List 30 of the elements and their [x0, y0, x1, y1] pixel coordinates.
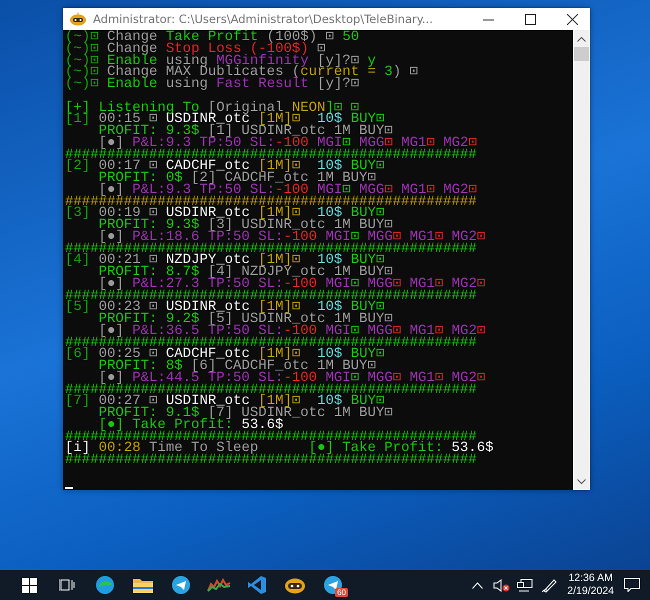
console-text: 50 [342, 30, 360, 45]
four-squares-icon [22, 578, 36, 592]
chevron-up-icon [577, 36, 586, 42]
console-text: ) ⊡ [392, 64, 418, 80]
console-text: (~)⊡ [65, 76, 100, 92]
console-text: using [166, 76, 209, 92]
clock-date: 2/19/2024 [567, 585, 614, 598]
close-icon [566, 14, 578, 24]
console-text: 3 [384, 64, 393, 80]
task-view-icon [59, 578, 75, 592]
clock[interactable]: 12:36 AM 2/19/2024 [561, 572, 620, 598]
console-text: ⊡ [476, 276, 486, 292]
console-text: ⊡ [476, 228, 486, 245]
console-text: [y]?⊡ [316, 76, 360, 92]
text-cursor [65, 486, 73, 489]
chevron-down-icon [577, 478, 586, 484]
robot-icon [69, 12, 87, 26]
console-text: ⊡ [476, 370, 486, 386]
console-text: Enable [107, 76, 158, 92]
taskbar-app-button[interactable]: 60 [314, 570, 352, 600]
window-title: Administrator: C:\Users\Administrator\Desktop\TeleBinary... [93, 12, 434, 26]
clock-time: 12:36 AM [568, 572, 613, 585]
maximize-icon [524, 14, 536, 24]
console-text: [1] [65, 111, 92, 128]
scrollbar[interactable] [573, 30, 590, 490]
console-text: Fast Result [216, 76, 309, 92]
scrollbar-thumb[interactable] [574, 47, 589, 61]
console-text: ⊡ [476, 322, 486, 339]
console-text: (~)⊡ [65, 52, 100, 68]
notification-badge: 60 [335, 588, 348, 597]
